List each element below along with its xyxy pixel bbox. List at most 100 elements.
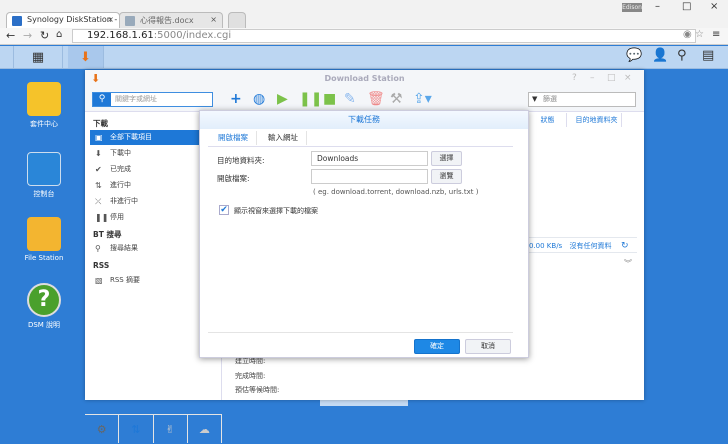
package-center-icon [27, 82, 61, 116]
inactive-icon: ⤫ [95, 197, 102, 206]
pause-icon: ❚❚ [95, 213, 109, 222]
control-panel-icon [27, 152, 61, 186]
share-icon[interactable]: ⇪▾ [413, 91, 432, 107]
settings-icon[interactable]: ⚙ [85, 415, 120, 443]
search-icon: ⚲ [95, 244, 101, 253]
download-task-dialog: 下載任務 開啟檔案 輸入網址 目的地資料夾: Downloads 選擇 開啟檔案… [199, 110, 529, 358]
search-input[interactable]: ⚲ 關鍵字或網址 [92, 92, 213, 107]
edit-icon[interactable]: ✎ [344, 91, 356, 107]
dialog-title: 下載任務 [200, 111, 528, 129]
sidebar-item-label: 全部下載項目 [110, 133, 152, 141]
sidebar-item-label: 下載中 [110, 149, 131, 157]
tab-enter-url[interactable]: 輸入網址 [260, 131, 307, 145]
sidebar-footer: ⚙ ⇅ ✌ ☁ [85, 414, 222, 443]
tab-label: Synology DiskStation - D [27, 15, 120, 24]
user-icon[interactable]: 👤 [652, 48, 668, 63]
star-icon[interactable]: ☆ [695, 29, 704, 40]
close-icon[interactable]: × [710, 1, 718, 12]
close-window-icon[interactable]: × [624, 73, 632, 83]
dsm-favicon [12, 16, 22, 26]
ok-button[interactable]: 確定 [414, 339, 460, 354]
folder-icon [27, 217, 61, 251]
section-bt-search: BT 搜尋 [93, 230, 122, 239]
desktop-icon-package-center[interactable]: 套件中心 [8, 82, 80, 129]
browser-tab[interactable]: 心得報告.docx × [119, 12, 223, 28]
detail-completed: 完成時間: [235, 372, 266, 380]
home-icon[interactable]: ⌂ [56, 29, 62, 40]
filter-icon: ▼ [532, 95, 538, 103]
desktop-icon-control-panel[interactable]: 控制台 [8, 152, 80, 199]
desktop-icon-file-station[interactable]: File Station [8, 217, 80, 262]
main-menu-icon[interactable]: ▦ [13, 46, 63, 68]
download-station-taskbar-icon[interactable]: ⬇ [68, 46, 104, 68]
sidebar-item-label: 已完成 [110, 165, 131, 173]
search-icon[interactable]: ⚲ [677, 48, 687, 63]
resume-icon[interactable]: ▶ [277, 91, 288, 107]
help-icon: ? [27, 283, 61, 317]
add-url-icon[interactable]: ◍ [253, 91, 265, 107]
browse-button[interactable]: 瀏覽 [431, 169, 462, 184]
emule-icon[interactable]: ✌ [154, 415, 188, 443]
tab-open-file[interactable]: 開啟檔案 [210, 131, 257, 145]
show-window-checkbox[interactable]: ✔ [219, 205, 229, 215]
add-icon[interactable]: + [230, 91, 242, 107]
reload-icon[interactable]: ↻ [40, 29, 49, 42]
check-icon: ✔ [95, 165, 102, 174]
empty-text: 沒有任何資料 [569, 242, 612, 250]
profile-name[interactable]: Edison [622, 3, 642, 12]
column-header-destination[interactable]: 目的地資料夾 [572, 113, 622, 127]
destination-label: 目的地資料夾: [217, 156, 265, 165]
detail-eta: 預估等候時間: [235, 386, 280, 394]
maximize-icon[interactable]: □ [682, 1, 691, 12]
cancel-button[interactable]: 取消 [465, 339, 511, 354]
forward-icon[interactable]: → [23, 29, 32, 42]
url-input[interactable]: 192.168.1.61:5000/index.cgi [72, 29, 696, 43]
help-window-icon[interactable]: ? [572, 73, 577, 83]
clear-icon[interactable]: ⚒ [390, 91, 403, 107]
refresh-icon[interactable]: ↻ [621, 238, 629, 254]
stop-icon[interactable]: ■ [323, 91, 336, 107]
select-button[interactable]: 選擇 [431, 151, 462, 166]
cloud-icon[interactable]: ☁ [188, 415, 222, 443]
desktop-icon-label: DSM 說明 [27, 321, 61, 329]
rss-icon: ▧ [95, 276, 103, 285]
hint-text: ( eg. download.torrent, download.nzb, ur… [313, 188, 479, 196]
new-tab-button[interactable] [228, 12, 246, 28]
sidebar-item-label: 搜尋結果 [110, 244, 138, 252]
speed-text: 0.00 KB/s [529, 242, 563, 250]
back-icon[interactable]: ← [6, 29, 15, 42]
footer-divider [208, 332, 513, 333]
notification-icon[interactable]: 💬 [626, 48, 642, 63]
desktop-icon-label: File Station [24, 254, 64, 262]
minimize-window-icon[interactable]: – [590, 73, 595, 83]
column-header-status[interactable]: 狀態 [529, 113, 567, 127]
download-arrow-icon: ⬇ [95, 149, 102, 158]
all-downloads-icon: ▣ [95, 133, 103, 142]
maximize-window-icon[interactable]: □ [607, 73, 616, 83]
status-bar: 0.00 KB/s 沒有任何資料 ↻ [529, 237, 637, 253]
sidebar-item-label: 非進行中 [110, 197, 138, 205]
browser-tab-active[interactable]: Synology DiskStation - D × [6, 12, 120, 28]
destination-input[interactable]: Downloads [311, 151, 428, 166]
menu-icon[interactable]: ≡ [712, 29, 720, 40]
transfer-status-icon[interactable]: ⇅ [119, 415, 154, 443]
sidebar-item-label: RSS 摘要 [110, 276, 140, 284]
search-icon: ⚲ [93, 93, 111, 106]
pause-icon[interactable]: ❚❚ [299, 91, 322, 107]
minimize-icon[interactable]: – [655, 1, 660, 12]
checkbox-label: 顯示視窗來選擇下載的檔案 [234, 207, 318, 215]
widgets-icon[interactable]: ▤ [702, 48, 714, 63]
filter-input[interactable]: ▼ 篩選 [528, 92, 636, 107]
url-host: 192.168.1.61 [87, 30, 154, 41]
dsm-taskbar [0, 46, 728, 69]
tab-divider [208, 146, 513, 147]
desktop-icon-dsm-help[interactable]: ? DSM 說明 [8, 283, 80, 330]
close-tab-icon[interactable]: × [210, 15, 217, 24]
location-icon[interactable]: ◉ [683, 29, 692, 40]
tab-label: 心得報告.docx [140, 16, 194, 25]
expand-icon[interactable]: ︾ [624, 258, 632, 269]
delete-icon[interactable]: 🗑 [367, 91, 385, 107]
open-file-input[interactable] [311, 169, 428, 184]
close-tab-icon[interactable]: × [107, 15, 114, 24]
window-title: Download Station [85, 70, 644, 88]
